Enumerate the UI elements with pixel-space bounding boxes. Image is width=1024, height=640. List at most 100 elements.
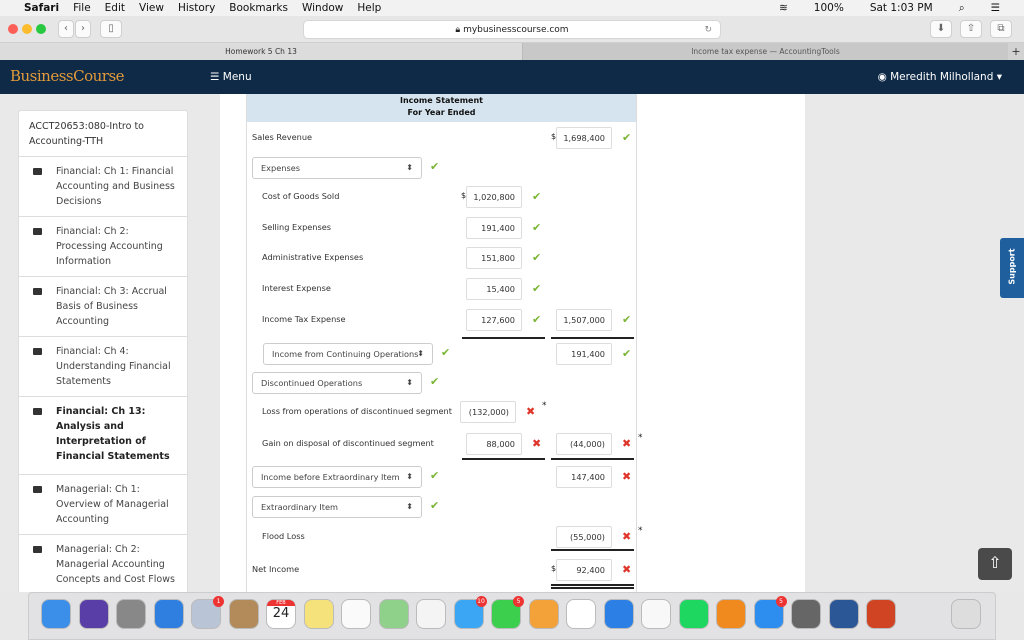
scroll-to-top-button[interactable]: ⇧: [978, 548, 1012, 580]
battery-status[interactable]: 100%: [814, 2, 844, 15]
logo[interactable]: BusinessCourse: [10, 67, 125, 85]
user-menu[interactable]: ◉ Meredith Milholland ▾: [878, 71, 1002, 83]
chevron-updown-icon: ⬍: [406, 472, 413, 481]
word-icon[interactable]: [828, 599, 859, 629]
amount-input[interactable]: 151,800: [466, 247, 522, 269]
menu-bookmarks[interactable]: Bookmarks: [229, 2, 288, 14]
folder-icon: [33, 288, 42, 295]
row-select[interactable]: Income from Continuing Operations ⬍: [263, 343, 433, 365]
amount-input[interactable]: 147,400: [556, 466, 612, 488]
trash-icon[interactable]: [951, 599, 981, 629]
amount-input[interactable]: (44,000): [556, 433, 612, 455]
clock[interactable]: Sat 1:03 PM: [870, 2, 933, 15]
appstore-icon[interactable]: 5: [753, 596, 787, 629]
messages-icon[interactable]: 10: [453, 596, 487, 629]
notification-badge: 5: [775, 596, 787, 607]
amount-input[interactable]: 88,000: [466, 433, 522, 455]
statement-subtitle: For Year Ended: [407, 108, 476, 117]
keynote-icon[interactable]: [603, 599, 634, 629]
reload-icon[interactable]: ↻: [704, 21, 712, 39]
address-bar[interactable]: 🔒︎ mybusinesscourse.com ↻: [303, 20, 721, 39]
facetime-icon[interactable]: 5: [491, 596, 524, 629]
tabs-overview-icon[interactable]: ⧉: [990, 20, 1012, 38]
folder-icon: [33, 486, 42, 493]
calendar-icon[interactable]: FEB 24: [266, 599, 296, 629]
underline: [551, 337, 634, 339]
forward-button[interactable]: ›: [75, 20, 91, 38]
pages-icon[interactable]: [528, 599, 559, 629]
select-value: Income before Extraordinary Item: [261, 472, 400, 482]
photos-icon[interactable]: [416, 599, 446, 629]
notification-icon[interactable]: ☰: [991, 2, 1000, 15]
row-label: Cost of Goods Sold: [262, 191, 340, 201]
x-icon: ✖: [622, 563, 632, 576]
sidebar-item[interactable]: Financial: Ch 1: Financial Accounting an…: [19, 157, 187, 217]
check-icon: ✔: [532, 221, 542, 234]
amount-input[interactable]: 191,400: [466, 217, 522, 239]
menu-window[interactable]: Window: [302, 2, 343, 14]
tab-bar: Homework 5 Ch 13 Income tax expense — Ac…: [0, 43, 1024, 60]
ibooks-icon[interactable]: [716, 599, 746, 629]
minimize-window-button[interactable]: [22, 24, 32, 34]
row-select[interactable]: Expenses ⬍: [252, 157, 422, 179]
amount-input[interactable]: 1,020,800: [466, 186, 522, 208]
tab-accountingtools[interactable]: Income tax expense — AccountingTools: [523, 43, 1008, 60]
downloads-icon[interactable]: ⬇: [930, 20, 952, 38]
row-select[interactable]: Discontinued Operations ⬍: [252, 372, 422, 394]
sidebar-item[interactable]: Financial: Ch 2: Processing Accounting I…: [19, 217, 187, 277]
menu-view[interactable]: View: [139, 2, 164, 14]
system-preferences-icon[interactable]: [791, 599, 821, 629]
check-icon: ✔: [622, 313, 632, 326]
amount-input[interactable]: 191,400: [556, 343, 612, 365]
siri-icon[interactable]: [78, 599, 109, 629]
sidebar-toggle-icon[interactable]: ▯: [100, 20, 122, 38]
tab-homework[interactable]: Homework 5 Ch 13: [0, 43, 523, 60]
amount-input[interactable]: (55,000): [556, 526, 612, 548]
finder-icon[interactable]: [41, 599, 71, 629]
wifi-icon[interactable]: ≋: [779, 2, 788, 15]
check-icon: ✔: [441, 346, 451, 359]
menu-file[interactable]: File: [73, 2, 91, 14]
row-select[interactable]: Extraordinary Item ⬍: [252, 496, 422, 518]
menu-app[interactable]: Safari: [24, 2, 59, 14]
numbers-icon[interactable]: [566, 599, 596, 629]
mail-icon[interactable]: 1: [191, 596, 224, 629]
spotify-icon[interactable]: [678, 599, 709, 629]
powerpoint-icon[interactable]: [866, 599, 896, 629]
amount-input[interactable]: 1,507,000: [556, 309, 612, 331]
support-tab[interactable]: Support: [1000, 238, 1024, 298]
close-window-button[interactable]: [8, 24, 18, 34]
share-icon[interactable]: ⇧: [960, 20, 982, 38]
notes-icon[interactable]: [303, 599, 334, 629]
new-tab-button[interactable]: +: [1008, 43, 1024, 60]
menu-help[interactable]: Help: [357, 2, 381, 14]
menu-button[interactable]: ☰ Menu: [210, 71, 252, 83]
row-select[interactable]: Income before Extraordinary Item ⬍: [252, 466, 422, 488]
zoom-window-button[interactable]: [36, 24, 46, 34]
course-title[interactable]: ACCT20653:080-Intro to Accounting-TTH: [19, 111, 187, 157]
itunes-icon[interactable]: [641, 599, 671, 629]
amount-input[interactable]: 1,698,400: [556, 127, 612, 149]
sidebar-item-label: Financial: Ch 3: Accrual Basis of Busine…: [56, 286, 167, 327]
amount-input[interactable]: 127,600: [466, 309, 522, 331]
sidebar-item[interactable]: Managerial: Ch 2: Managerial Accounting …: [19, 535, 187, 592]
underline: [462, 458, 545, 460]
maps-icon[interactable]: [378, 599, 409, 629]
spotlight-icon[interactable]: ⌕: [959, 2, 965, 15]
row-label: Sales Revenue: [252, 132, 313, 142]
menu-history[interactable]: History: [178, 2, 215, 14]
amount-input[interactable]: 15,400: [466, 278, 522, 300]
safari-icon[interactable]: [153, 599, 184, 629]
sidebar-item[interactable]: Financial: Ch 3: Accrual Basis of Busine…: [19, 277, 187, 337]
reminders-icon[interactable]: [341, 599, 371, 629]
amount-input[interactable]: 92,400: [556, 559, 612, 581]
sidebar-item[interactable]: Financial: Ch 13: Analysis and Interpret…: [19, 397, 187, 475]
notefile-icon[interactable]: [228, 599, 259, 629]
amount-input[interactable]: (132,000): [460, 401, 516, 423]
x-icon: ✖: [622, 470, 632, 483]
launchpad-icon[interactable]: [116, 599, 146, 629]
sidebar-item[interactable]: Managerial: Ch 1: Overview of Managerial…: [19, 475, 187, 535]
sidebar-item[interactable]: Financial: Ch 4: Understanding Financial…: [19, 337, 187, 397]
back-button[interactable]: ‹: [58, 20, 74, 38]
menu-edit[interactable]: Edit: [105, 2, 125, 14]
